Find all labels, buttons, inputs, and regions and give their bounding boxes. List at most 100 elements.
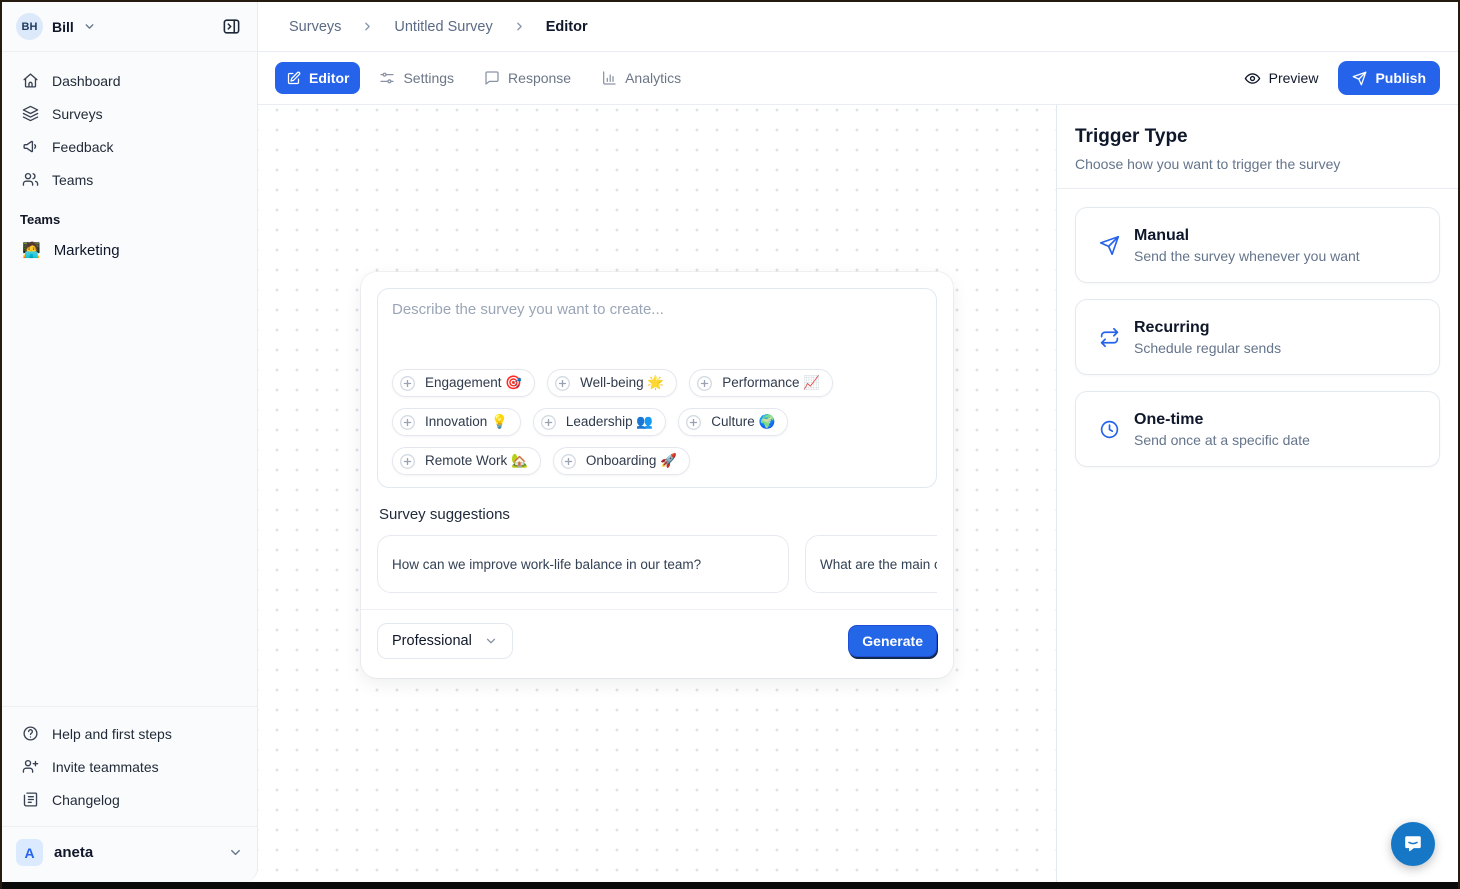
plus-circle-icon	[695, 374, 714, 393]
sidebar-item-feedback[interactable]: Feedback	[10, 130, 249, 163]
tab-label: Settings	[403, 70, 454, 86]
topic-chip-remote-work[interactable]: Remote Work 🏡	[392, 447, 541, 475]
panel-subtitle: Choose how you want to trigger the surve…	[1075, 156, 1440, 172]
edit-icon	[286, 71, 301, 86]
megaphone-icon	[22, 138, 39, 155]
sidebar-item-surveys[interactable]: Surveys	[10, 97, 249, 130]
chat-bubble-icon	[1402, 833, 1424, 855]
suggestion-card[interactable]: How can we improve work-life balance in …	[377, 535, 789, 593]
sidebar-item-label: Teams	[52, 172, 93, 188]
toolbar-actions: Preview Publish	[1244, 61, 1440, 95]
topic-chip-onboarding[interactable]: Onboarding 🚀	[553, 447, 690, 475]
trigger-option-recurring[interactable]: Recurring Schedule regular sends	[1075, 299, 1440, 375]
chat-launcher-button[interactable]	[1391, 822, 1435, 866]
sidebar-item-changelog[interactable]: Changelog	[10, 783, 249, 816]
tone-select[interactable]: Professional	[377, 623, 513, 659]
breadcrumb-current: Editor	[546, 19, 588, 35]
publish-label: Publish	[1375, 70, 1426, 86]
trigger-option-title: One-time	[1134, 411, 1310, 429]
topic-chip-innovation[interactable]: Innovation 💡	[392, 408, 521, 436]
tab-analytics[interactable]: Analytics	[590, 62, 692, 94]
topic-chip-engagement[interactable]: Engagement 🎯	[392, 369, 535, 397]
send-icon	[1099, 235, 1120, 256]
sidebar-item-label: Surveys	[52, 106, 103, 122]
preview-button[interactable]: Preview	[1244, 70, 1319, 87]
sidebar-item-label: Feedback	[52, 139, 113, 155]
sidebar-header: BH Bill	[2, 2, 257, 52]
help-circle-icon	[22, 725, 39, 742]
panel-collapse-icon	[222, 17, 241, 36]
window-bottom-edge	[2, 882, 1458, 889]
survey-prompt-input[interactable]	[392, 301, 922, 369]
user-name[interactable]: Bill	[52, 19, 74, 35]
users-icon	[22, 171, 39, 188]
trigger-panel-header: Trigger Type Choose how you want to trig…	[1057, 105, 1458, 189]
editor-toolbar: Editor Settings Response	[258, 52, 1458, 105]
trigger-option-text: One-time Send once at a specific date	[1134, 411, 1310, 448]
suggestions-title: Survey suggestions	[379, 506, 935, 523]
sidebar-item-dashboard[interactable]: Dashboard	[10, 64, 249, 97]
trigger-option-description: Schedule regular sends	[1134, 340, 1281, 356]
bar-chart-icon	[601, 70, 617, 86]
user-avatar[interactable]: BH	[16, 13, 43, 40]
repeat-icon	[1099, 327, 1120, 348]
breadcrumb-surveys[interactable]: Surveys	[289, 19, 341, 35]
suggestion-card[interactable]: What are the main ob	[805, 535, 937, 593]
teams-section-label: Teams	[2, 196, 257, 233]
team-item-label: Marketing	[54, 242, 120, 259]
layers-icon	[22, 105, 39, 122]
plus-circle-icon	[398, 452, 417, 471]
clock-icon	[1099, 419, 1120, 440]
publish-button[interactable]: Publish	[1338, 61, 1440, 95]
eye-icon	[1244, 70, 1261, 87]
breadcrumb-survey-name[interactable]: Untitled Survey	[394, 19, 492, 35]
plus-circle-icon	[559, 452, 578, 471]
sidebar-item-label: Invite teammates	[52, 759, 159, 775]
sidebar-item-teams[interactable]: Teams	[10, 163, 249, 196]
tab-settings[interactable]: Settings	[368, 62, 465, 94]
plus-circle-icon	[684, 413, 703, 432]
tab-response[interactable]: Response	[473, 62, 582, 94]
message-square-icon	[484, 70, 500, 86]
panel-title: Trigger Type	[1075, 126, 1440, 148]
chevron-down-icon	[228, 845, 243, 860]
sidebar-item-marketing[interactable]: 🧑‍💻 Marketing	[2, 233, 257, 267]
topic-chip-culture[interactable]: Culture 🌍	[678, 408, 788, 436]
editor-canvas[interactable]: Engagement 🎯 Well-being 🌟	[258, 105, 1056, 882]
user-plus-icon	[22, 758, 39, 775]
trigger-option-manual[interactable]: Manual Send the survey whenever you want	[1075, 207, 1440, 283]
sidebar-item-help[interactable]: Help and first steps	[10, 717, 249, 750]
topic-chip-leadership[interactable]: Leadership 👥	[533, 408, 666, 436]
home-icon	[22, 72, 39, 89]
breadcrumb: Surveys Untitled Survey Editor	[258, 2, 1458, 52]
generate-button[interactable]: Generate	[848, 625, 937, 657]
collapse-sidebar-button[interactable]	[217, 13, 245, 41]
tab-editor[interactable]: Editor	[275, 62, 360, 94]
topic-chip-label: Culture 🌍	[711, 414, 775, 430]
chevron-right-icon	[513, 20, 526, 33]
workspace-avatar: A	[16, 839, 43, 866]
plus-circle-icon	[398, 374, 417, 393]
workspace-switcher[interactable]: A aneta	[2, 826, 257, 882]
chevron-down-icon[interactable]	[83, 20, 96, 33]
survey-prompt-box[interactable]: Engagement 🎯 Well-being 🌟	[377, 288, 937, 488]
technologist-emoji: 🧑‍💻	[22, 241, 41, 259]
app-window: BH Bill Dashboard	[0, 0, 1460, 889]
trigger-option-one-time[interactable]: One-time Send once at a specific date	[1075, 391, 1440, 467]
trigger-option-text: Recurring Schedule regular sends	[1134, 319, 1281, 356]
sidebar-item-invite[interactable]: Invite teammates	[10, 750, 249, 783]
topic-chip-label: Performance 📈	[722, 375, 820, 391]
plus-circle-icon	[553, 374, 572, 393]
main-area: Surveys Untitled Survey Editor Editor	[258, 2, 1458, 882]
topic-chip-wellbeing[interactable]: Well-being 🌟	[547, 369, 677, 397]
trigger-option-title: Recurring	[1134, 319, 1281, 337]
topic-chips: Engagement 🎯 Well-being 🌟	[392, 369, 922, 475]
sidebar-item-label: Help and first steps	[52, 726, 172, 742]
editor-tabs: Editor Settings Response	[275, 62, 692, 94]
topic-chip-label: Leadership 👥	[566, 414, 653, 430]
topic-chip-label: Well-being 🌟	[580, 375, 664, 391]
preview-label: Preview	[1269, 70, 1319, 86]
sidebar-item-label: Dashboard	[52, 73, 121, 89]
topic-chip-performance[interactable]: Performance 📈	[689, 369, 833, 397]
trigger-option-title: Manual	[1134, 227, 1360, 245]
